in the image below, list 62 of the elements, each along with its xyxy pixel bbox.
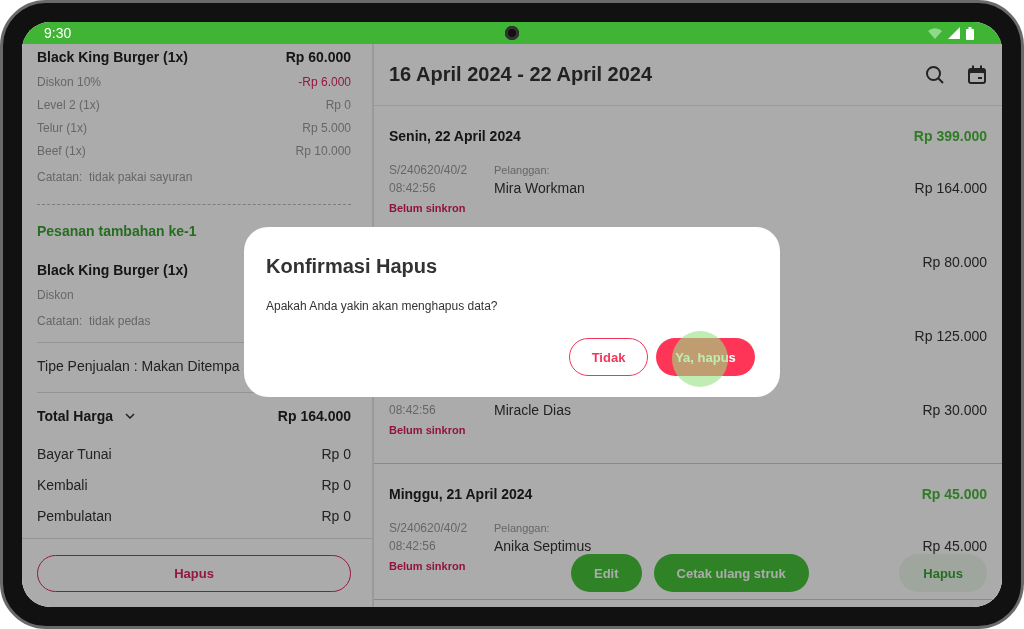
customer-name: Miracle Dias <box>494 402 572 418</box>
payment-value: Rp 0 <box>321 476 351 493</box>
customer-label: Pelanggan: <box>494 164 551 176</box>
modifier-price: Rp 10.000 <box>295 143 351 158</box>
payment-value: Rp 0 <box>321 507 351 524</box>
payment-label: Kembali <box>37 476 88 493</box>
transaction-time: 08:42:56 <box>389 539 437 553</box>
day-date: Senin, 22 April 2024 <box>389 127 521 144</box>
receipt-number: S/240620/40/2 <box>389 521 469 535</box>
transaction-time: 08:42:56 <box>389 181 437 195</box>
battery-icon <box>966 26 974 40</box>
signal-icon <box>948 27 960 39</box>
day-total: Rp 45.000 <box>921 485 987 502</box>
dialog-button[interactable]: Tidak <box>569 338 648 376</box>
additional-order-title: Pesanan tambahan ke-1 <box>37 223 197 239</box>
status-time: 9:30 <box>44 25 72 41</box>
total-label: Total Harga <box>37 408 113 424</box>
sync-status: Belum sinkron <box>389 424 466 436</box>
payment-label: Pembulatan <box>37 507 112 524</box>
day-date: Minggu, 21 April 2024 <box>389 485 533 502</box>
customer-label: Pelanggan: <box>494 522 551 534</box>
modifier-price: Rp 5.000 <box>302 120 351 135</box>
modifier-label: Telur (1x) <box>37 120 87 135</box>
modifier-label: Diskon 10% <box>37 74 102 89</box>
payment-value: Rp 0 <box>321 445 351 462</box>
customer-name: Anika Septimus <box>494 538 593 554</box>
delete-button[interactable]: Hapus <box>37 555 351 592</box>
calendar-icon[interactable] <box>967 64 987 85</box>
transaction-amount: Rp 45.000 <box>922 538 987 554</box>
action-button[interactable]: Cetak ulang struk <box>653 554 809 592</box>
receipt-number: S/240620/40/2 <box>389 163 469 177</box>
wifi-icon <box>928 27 942 39</box>
total-value: Rp 164.000 <box>277 408 351 424</box>
item-name: Black King Burger (1x) <box>37 262 188 278</box>
transaction-amount: Rp 80.000 <box>922 254 987 270</box>
modifier-label: Beef (1x) <box>37 143 86 158</box>
day-total: Rp 399.000 <box>913 127 987 144</box>
transaction-amount: Rp 30.000 <box>922 402 987 418</box>
date-range-title: 16 April 2024 - 22 April 2024 <box>389 63 653 86</box>
item-note: Catatan: tidak pedas <box>37 314 151 328</box>
item-price: Rp 60.000 <box>285 49 351 65</box>
action-button[interactable]: Hapus <box>899 554 987 592</box>
chevron-down-icon[interactable] <box>125 413 135 419</box>
item-name: Black King Burger (1x) <box>37 49 188 65</box>
payment-label: Bayar Tunai <box>37 445 112 462</box>
camera-icon <box>505 26 519 40</box>
transaction-amount: Rp 125.000 <box>914 328 987 344</box>
transaction-time: 08:42:56 <box>389 403 437 417</box>
modifier-price: -Rp 6.000 <box>298 74 351 89</box>
sync-status: Belum sinkron <box>389 560 466 572</box>
dialog-title: Konfirmasi Hapus <box>266 254 439 279</box>
item-note: Catatan: tidak pakai sayuran <box>37 170 193 184</box>
modifier-label: Diskon <box>37 287 74 302</box>
search-icon[interactable] <box>925 64 945 85</box>
dialog-message: Apakah Anda yakin akan menghapus data? <box>266 298 499 315</box>
modifier-price: Rp 0 <box>325 97 351 112</box>
transaction-amount: Rp 164.000 <box>914 180 987 196</box>
modifier-label: Level 2 (1x) <box>37 97 100 112</box>
sync-status: Belum sinkron <box>389 202 466 214</box>
sales-type: Tipe Penjualan : Makan Ditempa <box>37 358 240 374</box>
action-button[interactable]: Edit <box>571 554 642 592</box>
customer-name: Mira Workman <box>494 180 586 196</box>
